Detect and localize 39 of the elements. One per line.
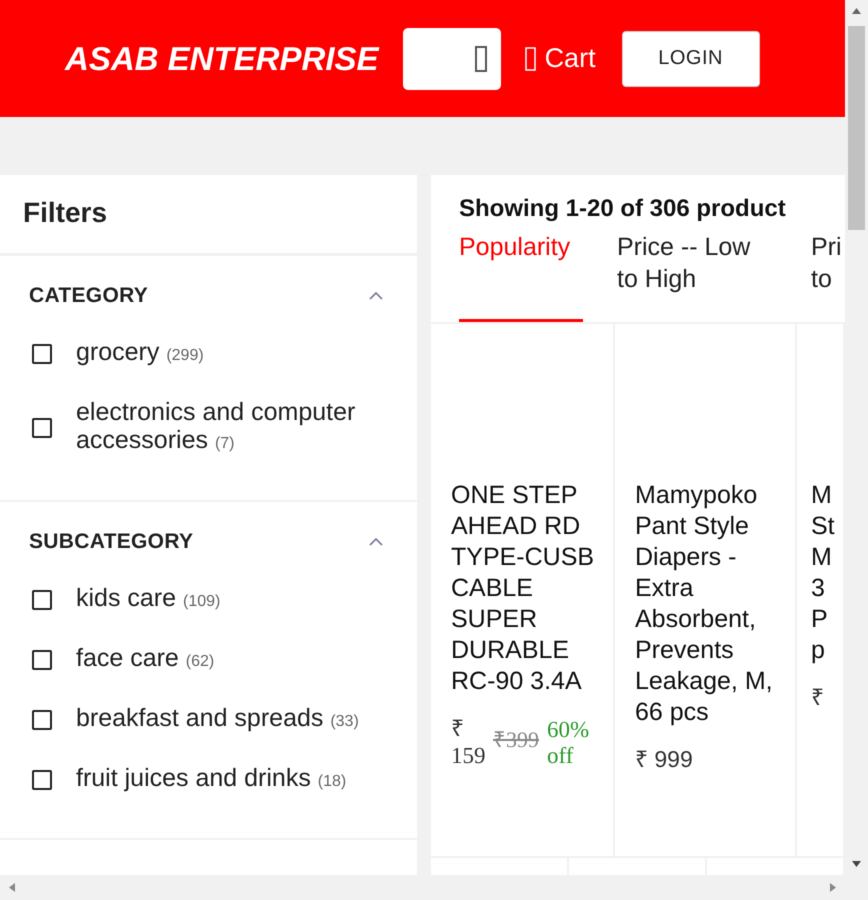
filter-option-label[interactable]: electronics and computer accessories (7) bbox=[76, 398, 397, 458]
scroll-up-icon[interactable] bbox=[852, 8, 861, 14]
filter-section-title[interactable]: CATEGORY bbox=[29, 284, 148, 308]
filter-option-label[interactable]: grocery (299) bbox=[76, 338, 204, 370]
scroll-thumb[interactable] bbox=[848, 26, 865, 230]
checkbox[interactable] bbox=[32, 650, 52, 670]
checkbox[interactable] bbox=[32, 710, 52, 730]
product-name[interactable]: Mamypoko Pant Style Diapers - Extra Absorbent, Prevents Leakage, M, 66 pcs bbox=[635, 480, 785, 728]
checkbox[interactable] bbox=[32, 770, 52, 790]
filter-option-label[interactable]: fruit juices and drinks (18) bbox=[76, 764, 346, 796]
chevron-icon[interactable] bbox=[369, 292, 383, 300]
scroll-down-icon[interactable] bbox=[852, 861, 861, 867]
filter-section-title[interactable]: SUBCATEGORY bbox=[29, 530, 194, 554]
filter-option-label[interactable]: breakfast and spreads (33) bbox=[76, 704, 359, 736]
checkbox[interactable] bbox=[32, 590, 52, 610]
product-price: ₹ 999 bbox=[635, 745, 693, 774]
login-button[interactable]: LOGIN bbox=[622, 30, 760, 86]
results-summary: Showing 1-20 of 306 product bbox=[458, 194, 787, 223]
product-name[interactable]: ONE STEP AHEAD RD TYPE-CUSB CABLE SUPER DURABLE RC-90 3.4A bbox=[451, 480, 601, 697]
sort-tab[interactable]: Pri to bbox=[811, 231, 841, 322]
cart-link[interactable]: Cart bbox=[524, 43, 596, 74]
checkbox[interactable] bbox=[32, 344, 52, 364]
product-name[interactable]: M St M 3 P p bbox=[811, 480, 845, 666]
filter-option-label[interactable]: kids care (109) bbox=[76, 584, 220, 616]
scroll-right-icon[interactable] bbox=[830, 883, 836, 892]
product-card[interactable]: Mamypoko Pant Style Diapers - Extra Absorbent, Prevents Leakage, M, 66 pcs ₹ 999 bbox=[615, 324, 797, 856]
sort-tab[interactable]: Price -- Low to High bbox=[617, 231, 777, 322]
original-price: ₹399 bbox=[493, 726, 539, 753]
sort-tab[interactable]: Popularity bbox=[459, 231, 583, 322]
product-price: ₹ 159 bbox=[451, 715, 485, 769]
product-price: ₹ bbox=[811, 683, 824, 712]
scroll-left-icon[interactable] bbox=[9, 883, 15, 892]
brand-logo[interactable]: ASAB ENTERPRISE bbox=[65, 40, 379, 78]
filter-option-label[interactable]: face care (62) bbox=[76, 644, 214, 676]
chevron-icon[interactable] bbox=[369, 538, 383, 546]
discount-label: 60% off bbox=[547, 717, 590, 769]
filters-title: Filters bbox=[0, 175, 417, 256]
checkbox[interactable] bbox=[32, 418, 52, 438]
search-field[interactable] bbox=[402, 28, 501, 90]
